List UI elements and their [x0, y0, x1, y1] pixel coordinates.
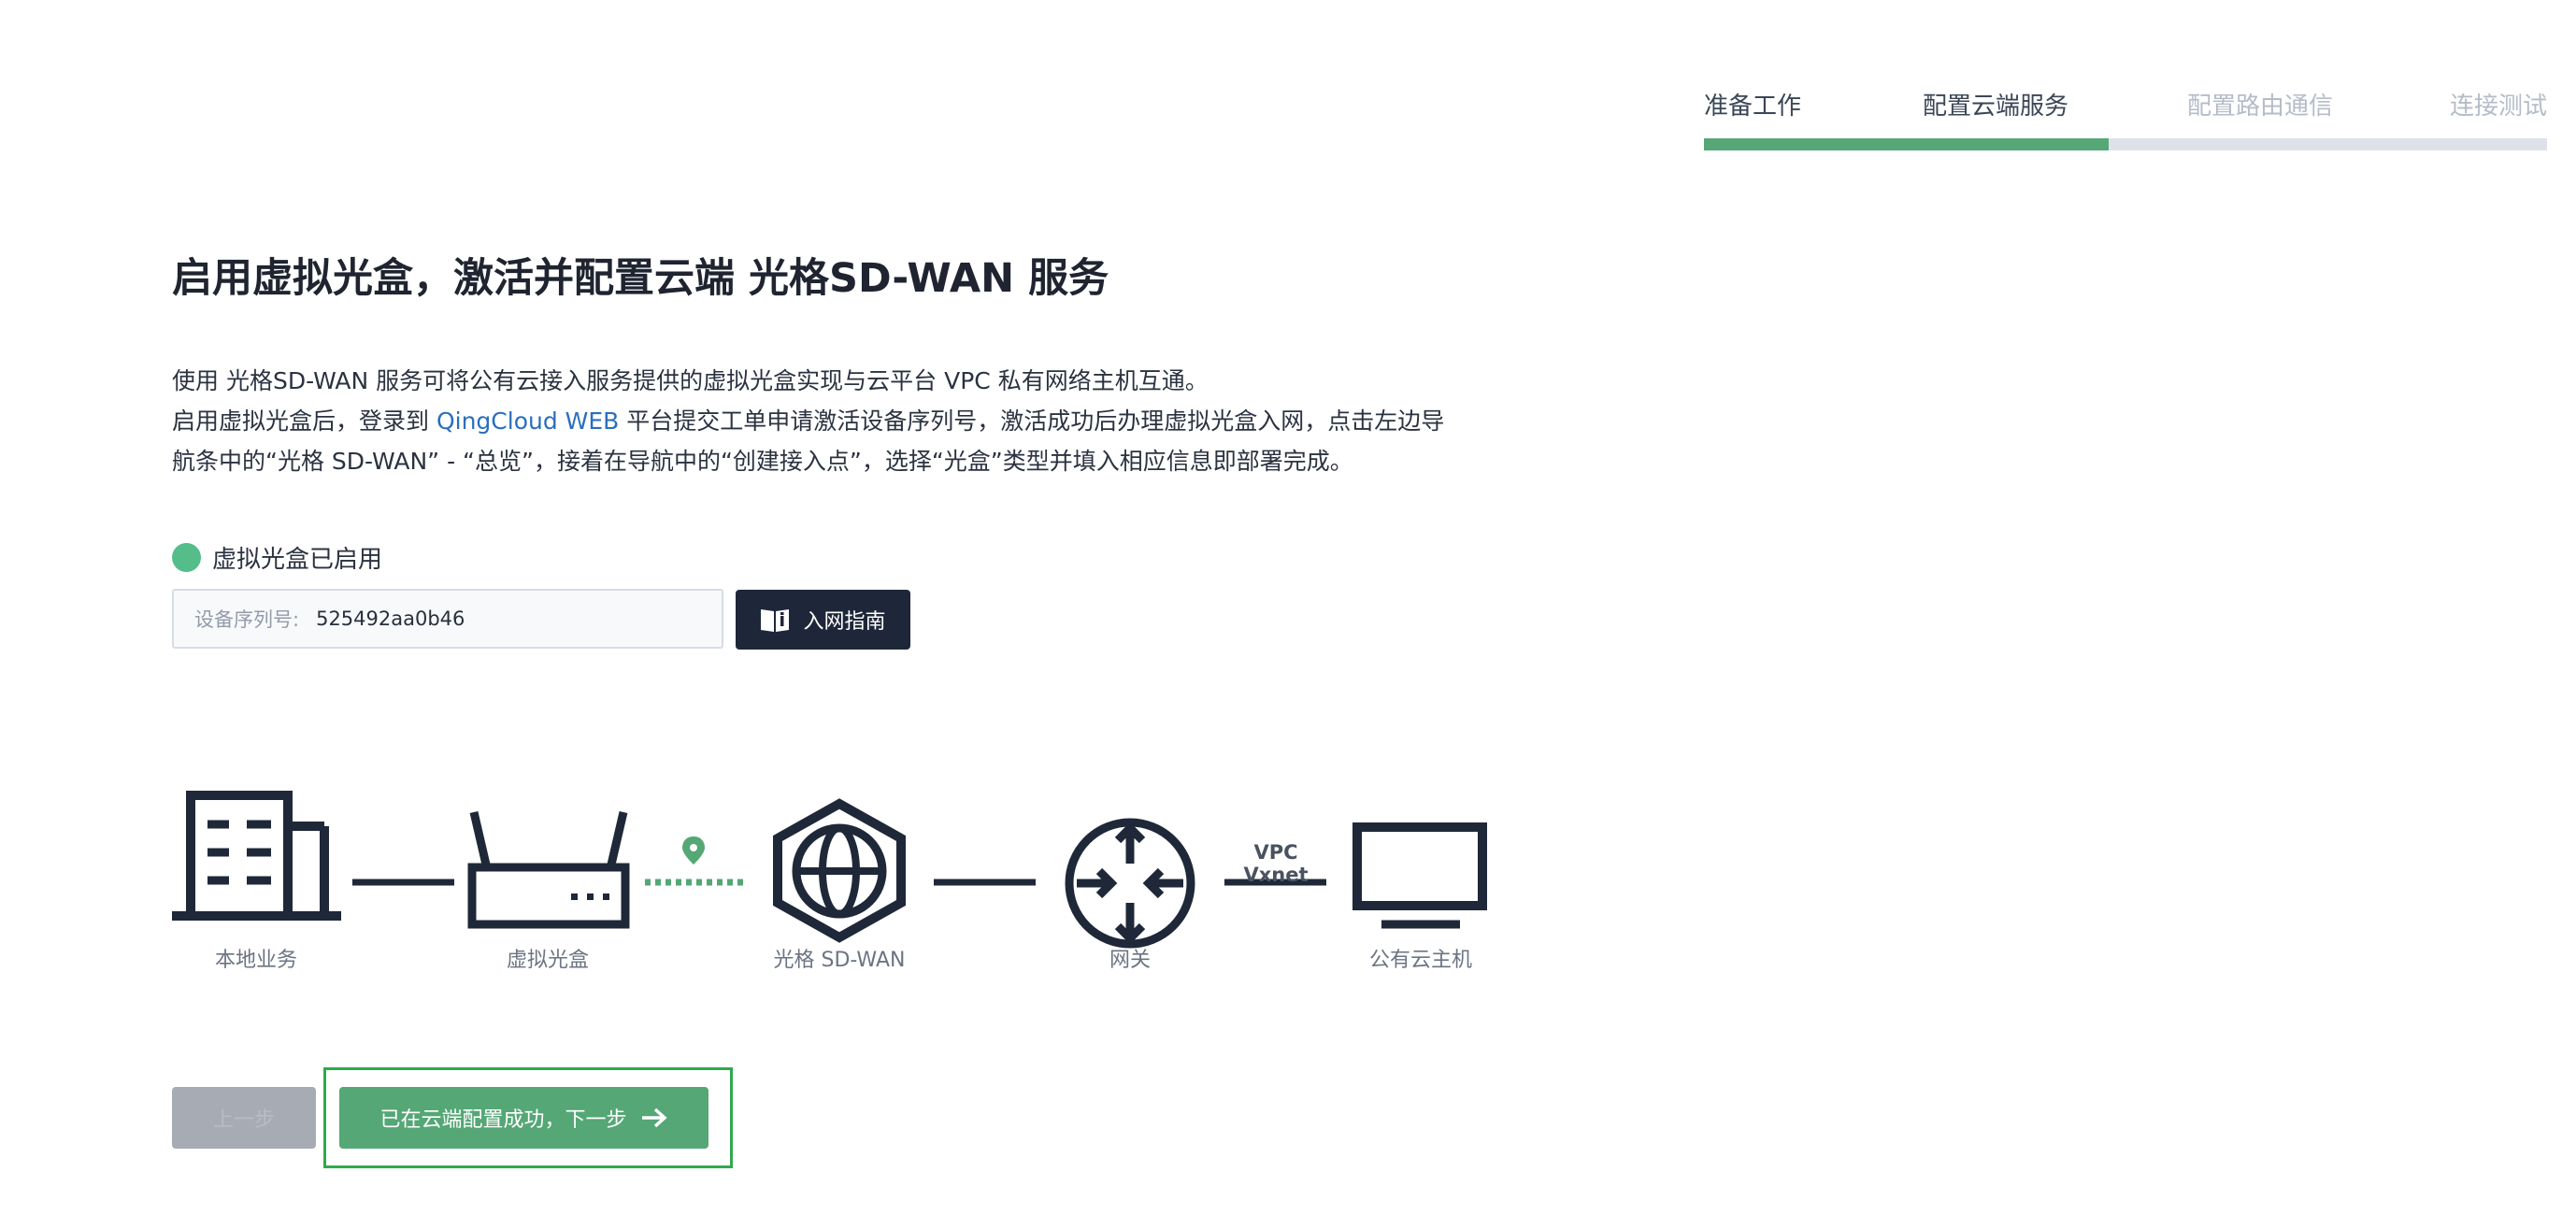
serial-number-value[interactable]: 525492aa0b46: [316, 608, 465, 630]
router-icon: [467, 810, 630, 929]
arrow-right-icon: [641, 1108, 667, 1128]
network-guide-button[interactable]: 入网指南: [736, 590, 910, 650]
next-step-button[interactable]: 已在云端配置成功，下一步: [339, 1087, 708, 1149]
node-label-virtual-box: 虚拟光盒: [506, 949, 589, 972]
status-text: 虚拟光盒已启用: [212, 545, 383, 574]
progress-fill: [1704, 138, 2109, 150]
vpc-vxnet-label: VPC Vxnet: [1243, 841, 1309, 886]
next-step-label: 已在云端配置成功，下一步: [379, 1108, 627, 1132]
status-dot-icon: [172, 542, 201, 572]
globe-hexagon-icon: [773, 798, 906, 943]
progress-stepper: 准备工作 配置云端服务 配置路由通信 连接测试: [1704, 90, 2547, 151]
description-line-2: 启用虚拟光盒后，登录到 QingCloud WEB 平台提交工单申请激活设备序列…: [172, 401, 1481, 441]
step-configure-cloud: 配置云端服务: [1923, 93, 2069, 121]
monitor-icon: [1352, 822, 1487, 929]
step-prepare: 准备工作: [1704, 93, 1802, 121]
previous-step-button[interactable]: 上一步: [172, 1087, 316, 1149]
node-label-local-business: 本地业务: [214, 949, 297, 972]
book-info-icon: [761, 609, 790, 632]
status-indicator: 虚拟光盒已启用: [172, 540, 382, 574]
building-icon: [172, 791, 341, 921]
description-line-1: 使用 光格SD-WAN 服务可将公有云接入服务提供的虚拟光盒实现与云平台 VPC…: [172, 367, 1209, 394]
qingcloud-web-link[interactable]: QingCloud WEB: [436, 407, 619, 435]
gateway-icon: [1065, 818, 1195, 949]
location-pin-icon: [682, 836, 705, 865]
step-configure-routing: 配置路由通信: [2187, 93, 2334, 121]
node-label-gateway: 网关: [1109, 949, 1151, 972]
node-label-cloud-host: 公有云主机: [1368, 949, 1472, 972]
page-title: 启用虚拟光盒，激活并配置云端 光格SD-WAN 服务: [172, 255, 1109, 302]
serial-number-field[interactable]: 设备序列号: 525492aa0b46: [172, 589, 723, 649]
description-line-3: 航条中的“光格 SD-WAN” - “总览”，接着在导航中的“创建接入点”，选择…: [172, 448, 1353, 475]
serial-number-label: 设备序列号:: [194, 608, 300, 631]
node-label-sdwan: 光格 SD-WAN: [773, 949, 906, 972]
network-guide-label: 入网指南: [803, 610, 886, 634]
step-connection-test: 连接测试: [2449, 93, 2547, 121]
description-text: 平台提交工单申请激活设备序列号，激活成功后办理虚拟光盒入网，点击左边导: [619, 407, 1445, 435]
description-text: 启用虚拟光盒后，登录到: [172, 407, 436, 435]
description: 使用 光格SD-WAN 服务可将公有云接入服务提供的虚拟光盒实现与云平台 VPC…: [172, 361, 1481, 481]
